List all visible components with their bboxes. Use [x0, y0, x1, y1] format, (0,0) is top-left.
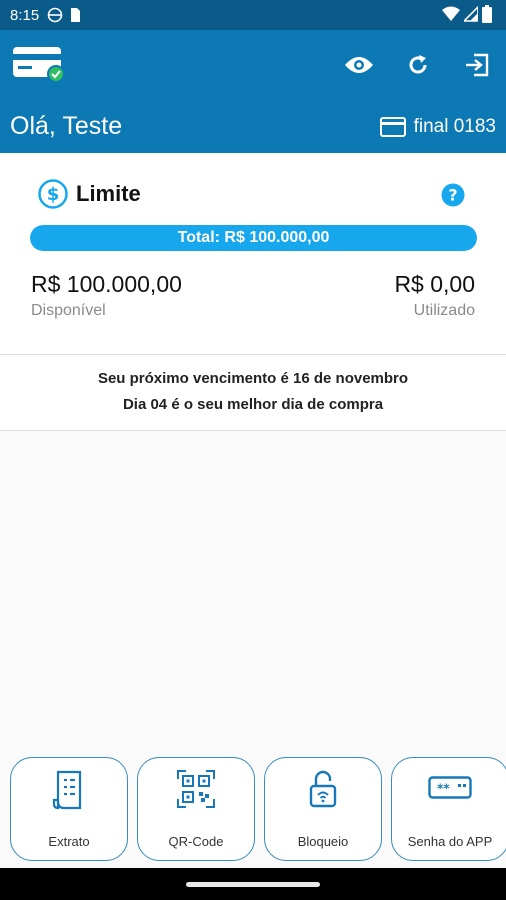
system-nav-bar: [0, 868, 506, 900]
svg-text:**: **: [437, 782, 450, 796]
password-icon: **: [428, 776, 472, 799]
battery-icon: [482, 5, 492, 23]
senha-app-label: Senha do APP: [407, 834, 493, 849]
qr-code-label: QR-Code: [168, 834, 224, 849]
card-final-info: final 0183: [379, 116, 496, 138]
limit-progress-bar: Total: R$ 100.000,00: [30, 225, 477, 251]
wifi-icon: [442, 6, 460, 21]
refresh-icon[interactable]: [403, 50, 433, 80]
extrato-label: Extrato: [48, 834, 90, 849]
unlock-icon: [309, 770, 337, 808]
signal-icon: [464, 6, 478, 22]
status-time: 8:15: [10, 6, 40, 24]
senha-app-button[interactable]: ** Senha do APP: [391, 757, 506, 861]
card-check-icon: [12, 46, 68, 84]
card-final-label: final 0183: [413, 116, 496, 137]
svg-text:$: $: [47, 184, 60, 205]
bloqueio-button[interactable]: Bloqueio: [264, 757, 382, 861]
due-info: Seu próximo vencimento é 16 de novembro …: [0, 355, 506, 431]
data-saver-icon: [47, 7, 63, 23]
greeting-text: Olá, Teste: [10, 112, 123, 140]
home-gesture-handle[interactable]: [186, 882, 320, 887]
qr-code-button[interactable]: QR-Code: [137, 757, 255, 861]
next-due-text: Seu próximo vencimento é 16 de novembro: [97, 370, 409, 387]
qr-code-icon: [177, 770, 215, 808]
used-label: Utilizado: [413, 302, 475, 319]
logout-icon[interactable]: [462, 50, 492, 80]
limit-title-text: Limite: [76, 181, 141, 206]
receipt-icon: [52, 770, 82, 810]
action-buttons: Extrato QR-Code Bloqueio ** Senha do APP: [0, 757, 506, 861]
total-limit-label: Total: R$ 100.000,00: [177, 229, 330, 246]
bloqueio-label: Bloqueio: [297, 834, 349, 849]
credit-card-icon: [379, 117, 406, 137]
used-value: R$ 0,00: [394, 271, 475, 297]
sim-card-icon: [71, 8, 81, 22]
extrato-button[interactable]: Extrato: [10, 757, 128, 861]
dollar-circle-icon: $: [38, 179, 68, 209]
available-value: R$ 100.000,00: [31, 271, 182, 297]
limit-card: $ Limite ? Total: R$ 100.000,00 R$ 100.0…: [0, 153, 506, 355]
limit-title: $ Limite: [38, 179, 141, 209]
svg-text:?: ?: [448, 186, 457, 205]
help-icon[interactable]: ?: [441, 183, 465, 207]
eye-icon[interactable]: [344, 50, 374, 80]
status-bar: 8:15: [0, 0, 506, 30]
available-label: Disponível: [31, 302, 106, 319]
best-purchase-day-text: Dia 04 é o seu melhor dia de compra: [122, 396, 384, 413]
app-header: Olá, Teste final 0183: [0, 30, 506, 153]
